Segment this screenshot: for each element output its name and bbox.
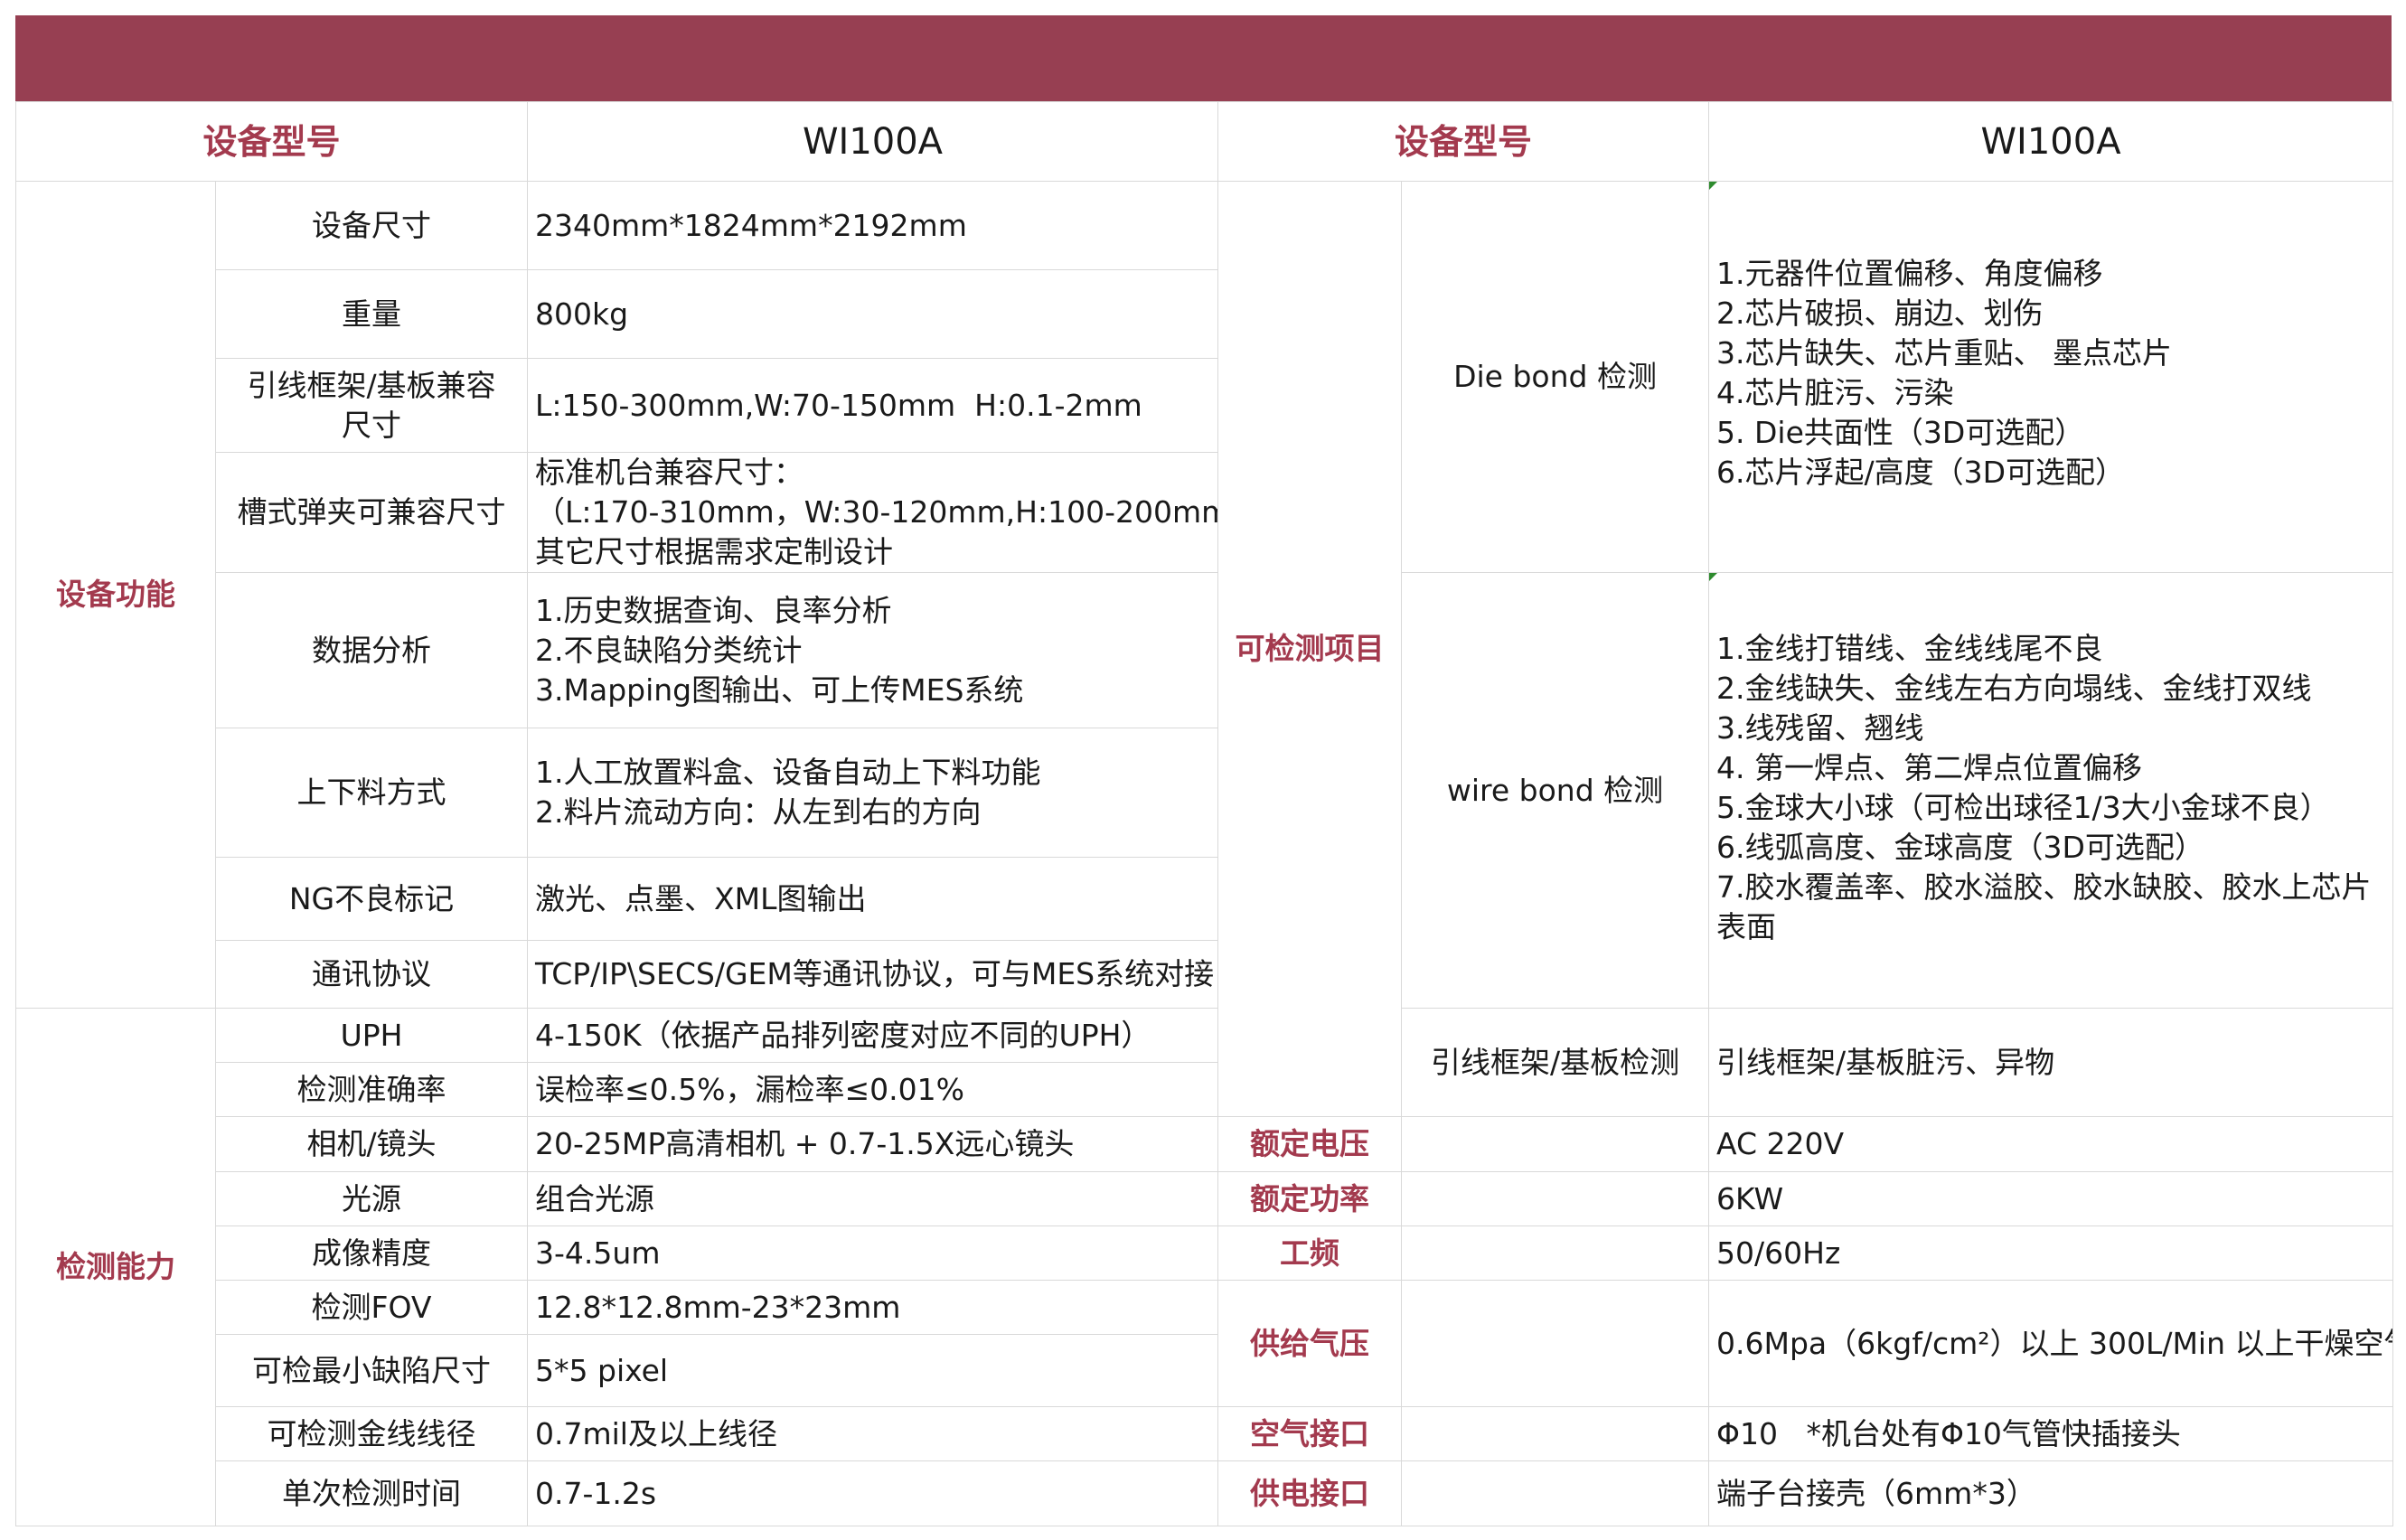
list-item: （L:170-310mm，W:30-120mm,H:100-200mm） xyxy=(535,494,1218,530)
row-label: 相机/镜头 xyxy=(214,1116,529,1172)
title-banner xyxy=(15,15,2392,101)
row-label: 单次检测时间 xyxy=(214,1460,529,1526)
row-value: 误检率≤0.5%，漏检率≤0.01% xyxy=(527,1062,1219,1117)
row-label: 成像精度 xyxy=(214,1225,529,1281)
row-label: UPH xyxy=(214,1008,529,1063)
list-item: 1.历史数据查询、良率分析 xyxy=(535,592,892,628)
table-row: 单次检测时间 0.7-1.2s 供电接口 端子台接壳（6mm*3） xyxy=(16,1460,2394,1526)
table-row: 检测能力 UPH 4-150K（依据产品排列密度对应不同的UPH） 引线框架/基… xyxy=(15,1008,2394,1526)
header-right-model: WI100A xyxy=(1708,101,2394,182)
list-item: 其它尺寸根据需求定制设计 xyxy=(535,534,894,569)
list-item: 4.芯片脏污、污染 xyxy=(1716,375,1954,410)
list-item: 2.不良缺陷分类统计 xyxy=(535,632,803,668)
table-row: 可检测金线线径 0.7mil及以上线径 空气接口 Φ10 *机台处有Φ10气管快… xyxy=(16,1406,2394,1461)
table-row: 相机/镜头 20-25MP高清相机 + 0.7-1.5X远心镜头 额定电压 AC… xyxy=(16,1116,2394,1172)
table-row: 设备功能 设备尺寸 2340mm*1824mm*2192mm 可检测项目 Die… xyxy=(15,181,2394,1117)
list-item: 标准机台兼容尺寸： xyxy=(535,455,804,490)
power-value: 50/60Hz xyxy=(1708,1225,2394,1281)
list-item: 2.芯片破损、崩边、划伤 xyxy=(1716,296,2044,331)
row-value: 0.7mil及以上线径 xyxy=(527,1406,1219,1461)
row-value: L:150-300mm,W:70-150mm H:0.1-2mm xyxy=(527,358,1219,453)
list-item: 5.金球大小球（可检出球径1/3大小金球不良） xyxy=(1716,790,2330,825)
list-item: 2.金线缺失、金线左右方向塌线、金线打双线 xyxy=(1716,671,2312,706)
row-label: 可检最小缺陷尺寸 xyxy=(214,1334,529,1407)
row-value: TCP/IP\SECS/GEM等通讯协议，可与MES系统对接 xyxy=(527,940,1219,1009)
power-label: 额定电压 xyxy=(1217,1116,1403,1172)
frame-inspect-label: 引线框架/基板检测 xyxy=(1401,1008,1710,1117)
row-value: 0.7-1.2s xyxy=(527,1460,1219,1526)
row-label: 通讯协议 xyxy=(214,940,529,1009)
row-value: 1.人工放置料盒、设备自动上下料功能 2.料片流动方向：从左到右的方向 xyxy=(527,728,1219,858)
category-function: 设备功能 xyxy=(15,181,216,1009)
table-row: 数据分析 1.历史数据查询、良率分析 2.不良缺陷分类统计 3.Mapping图… xyxy=(16,572,2394,1009)
power-value: 端子台接壳（6mm*3） xyxy=(1708,1460,2394,1526)
empty-cell xyxy=(1401,1406,1710,1461)
row-label: 上下料方式 xyxy=(214,728,529,858)
row-value: 标准机台兼容尺寸： （L:170-310mm，W:30-120mm,H:100-… xyxy=(527,452,1219,573)
die-bond-label: Die bond 检测 xyxy=(1401,181,1710,573)
row-label: 检测准确率 xyxy=(214,1062,529,1117)
list-item: 5. Die共面性（3D可选配） xyxy=(1716,415,2085,450)
list-item: 3.芯片缺失、芯片重贴、 墨点芯片 xyxy=(1716,335,2173,371)
category-inspect: 可检测项目 xyxy=(1217,181,1403,1117)
power-value: 0.6Mpa（6kgf/cm²）以上 300L/Min 以上干燥空气 xyxy=(1708,1280,2394,1407)
empty-cell xyxy=(1401,1171,1710,1226)
wire-bond-label: wire bond 检测 xyxy=(1401,572,1710,1009)
header-row: 设备型号 WI100A 设备型号 WI100A xyxy=(14,101,2394,182)
power-label: 工频 xyxy=(1217,1225,1403,1281)
row-value: 组合光源 xyxy=(527,1171,1219,1226)
die-bond-items: 1.元器件位置偏移、角度偏移 2.芯片破损、崩边、划伤 3.芯片缺失、芯片重贴、… xyxy=(1708,181,2394,573)
power-value: 6KW xyxy=(1708,1171,2394,1226)
frame-inspect-value: 引线框架/基板脏污、异物 xyxy=(1708,1008,2394,1117)
row-value: 12.8*12.8mm-23*23mm xyxy=(527,1280,1219,1335)
row-value: 2340mm*1824mm*2192mm xyxy=(527,181,1219,270)
row-label: 可检测金线线径 xyxy=(214,1406,529,1461)
row-label: NG不良标记 xyxy=(214,857,529,941)
list-item: 3.Mapping图输出、可上传MES系统 xyxy=(535,671,1024,708)
row-label: 光源 xyxy=(214,1171,529,1226)
wire-bond-items: 1.金线打错线、金线线尾不良 2.金线缺失、金线左右方向塌线、金线打双线 3.线… xyxy=(1708,572,2394,1009)
row-value: 20-25MP高清相机 + 0.7-1.5X远心镜头 xyxy=(527,1116,1219,1172)
empty-cell xyxy=(1401,1225,1710,1281)
empty-cell xyxy=(1401,1460,1710,1526)
list-item: 6.芯片浮起/高度（3D可选配） xyxy=(1716,455,2126,490)
power-value: Φ10 *机台处有Φ10气管快插接头 xyxy=(1708,1406,2394,1461)
power-label: 额定功率 xyxy=(1217,1171,1403,1226)
row-value: 5*5 pixel xyxy=(527,1334,1219,1407)
row-label: 检测FOV xyxy=(214,1280,529,1335)
list-item: 1.人工放置料盒、设备自动上下料功能 xyxy=(535,755,1041,790)
power-label: 供电接口 xyxy=(1217,1460,1403,1526)
row-value: 4-150K（依据产品排列密度对应不同的UPH） xyxy=(527,1008,1219,1063)
row-value: 800kg xyxy=(527,269,1219,359)
row-label: 引线框架/基板兼容尺寸 xyxy=(214,358,529,453)
spec-table: 设备型号 WI100A 设备型号 WI100A 设备功能 设备尺寸 2340mm… xyxy=(14,101,2394,1526)
row-value: 激光、点墨、XML图输出 xyxy=(527,857,1219,941)
list-item: 4. 第一焊点、第二焊点位置偏移 xyxy=(1716,750,2143,785)
power-label: 供给气压 xyxy=(1217,1280,1403,1407)
row-value: 3-4.5um xyxy=(527,1225,1219,1281)
list-item: 1.元器件位置偏移、角度偏移 xyxy=(1716,256,2103,291)
header-right-label: 设备型号 xyxy=(1217,101,1710,182)
row-label: 重量 xyxy=(214,269,529,359)
list-item: 7.胶水覆盖率、胶水溢胶、胶水缺胶、胶水上芯片表面 xyxy=(1716,869,2372,944)
header-left-label: 设备型号 xyxy=(14,101,529,182)
table-row: 成像精度 3-4.5um 工频 50/60Hz xyxy=(16,1225,2394,1281)
empty-cell xyxy=(1401,1116,1710,1172)
table-row: 检测FOV 12.8*12.8mm-23*23mm 供给气压 0.6Mpa（6k… xyxy=(16,1280,2394,1407)
table-row: 光源 组合光源 额定功率 6KW xyxy=(16,1171,2394,1226)
power-label: 空气接口 xyxy=(1217,1406,1403,1461)
list-item: 6.线弧高度、金球高度（3D可选配） xyxy=(1716,830,2204,865)
list-item: 3.线残留、翘线 xyxy=(1716,710,1924,746)
row-label: 槽式弹夹可兼容尺寸 xyxy=(214,452,529,573)
header-left-model: WI100A xyxy=(527,101,1219,182)
row-value: 1.历史数据查询、良率分析 2.不良缺陷分类统计 3.Mapping图输出、可上… xyxy=(527,572,1219,728)
row-label: 数据分析 xyxy=(214,572,529,728)
empty-cell xyxy=(1401,1280,1710,1407)
category-ability: 检测能力 xyxy=(15,1008,216,1526)
row-label: 设备尺寸 xyxy=(214,181,529,270)
power-value: AC 220V xyxy=(1708,1116,2394,1172)
list-item: 1.金线打错线、金线线尾不良 xyxy=(1716,631,2103,666)
list-item: 2.料片流动方向：从左到右的方向 xyxy=(535,794,982,830)
